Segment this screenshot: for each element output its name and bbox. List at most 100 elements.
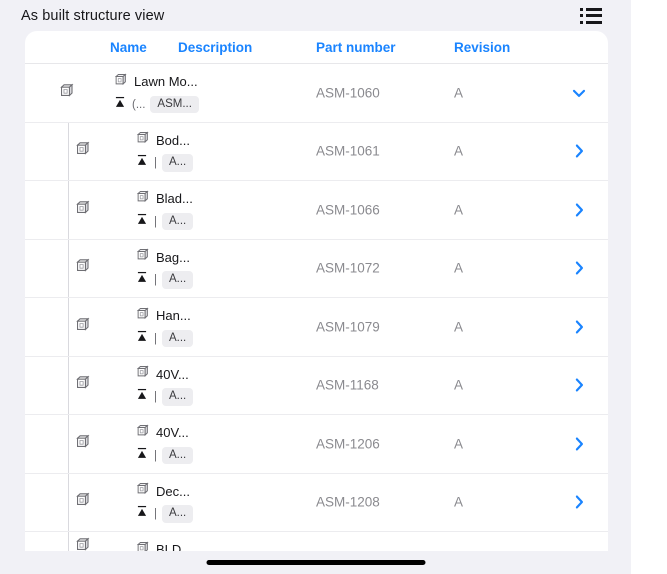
cell-revision: A xyxy=(454,377,464,393)
cell-revision: A xyxy=(454,202,464,218)
anchor-icon xyxy=(135,329,149,349)
cell-revision: A xyxy=(454,143,464,159)
cell-revision: A xyxy=(454,260,464,276)
column-header-name[interactable]: Name xyxy=(110,40,147,55)
table-row[interactable]: 40V... | A... ASM-1206 A xyxy=(25,415,608,474)
chevron-right-icon[interactable] xyxy=(569,317,589,337)
name-sub-line: | A... xyxy=(135,270,194,291)
chevron-right-icon[interactable] xyxy=(569,258,589,278)
part-cube-icon xyxy=(135,364,150,384)
page-title: As built structure view xyxy=(21,7,165,24)
list-icon-row xyxy=(580,14,610,17)
tree-connector-line xyxy=(68,298,69,356)
row-sub-prefix: | xyxy=(154,215,157,228)
table-row[interactable]: Bod... | A... ASM-1061 A xyxy=(25,122,608,181)
list-icon-bar xyxy=(586,20,602,24)
row-name: Bod... xyxy=(156,132,190,148)
name-cell: 40V... | A... xyxy=(135,423,194,466)
chevron-right-icon[interactable] xyxy=(569,375,589,395)
list-icon-dot xyxy=(580,20,583,24)
name-line: Bag... xyxy=(135,248,193,267)
chevron-down-icon[interactable] xyxy=(569,83,589,103)
name-cell: Dec... | A... xyxy=(135,482,194,525)
assembly-cube-icon xyxy=(58,82,75,104)
row-name: Blad... xyxy=(156,191,193,206)
row-type-badge: A... xyxy=(162,212,194,231)
row-name: Lawn Mo... xyxy=(134,74,198,89)
device-screen: As built structure view Name Description… xyxy=(0,0,631,574)
list-view-icon[interactable] xyxy=(580,3,610,29)
title-bar: As built structure view xyxy=(0,0,631,31)
assembly-cube-icon xyxy=(74,491,91,513)
part-cube-icon xyxy=(113,72,128,92)
anchor-icon xyxy=(113,95,127,115)
table-row[interactable]: BLD... xyxy=(25,532,608,551)
name-line: 40V... xyxy=(135,365,193,384)
row-sub-prefix: | xyxy=(154,508,157,520)
cell-part-number: ASM-1079 xyxy=(316,319,380,335)
name-cell: BLD... xyxy=(135,540,192,551)
name-sub-line: | A... xyxy=(135,211,194,232)
table-row[interactable]: Bag... | A... ASM-1072 A xyxy=(25,239,608,298)
chevron-right-icon[interactable] xyxy=(569,200,589,220)
table-row[interactable]: Lawn Mo... (... ASM... ASM-1060 A xyxy=(25,64,608,123)
table-row[interactable]: Blad... | A... ASM-1066 A xyxy=(25,181,608,240)
column-header-description[interactable]: Description xyxy=(178,40,252,55)
list-icon-row xyxy=(580,20,610,24)
cell-part-number: ASM-1208 xyxy=(316,494,380,510)
anchor-icon xyxy=(135,446,149,466)
chevron-right-icon[interactable] xyxy=(569,141,589,161)
row-name: Dec... xyxy=(156,483,190,499)
chevron-right-icon[interactable] xyxy=(569,434,589,454)
part-cube-icon xyxy=(135,481,150,501)
table-row[interactable]: Han... | A... ASM-1079 A xyxy=(25,298,608,357)
cell-part-number: ASM-1060 xyxy=(316,85,380,101)
name-sub-line: | A... xyxy=(135,328,194,349)
cell-part-number: ASM-1206 xyxy=(316,436,380,452)
row-sub-prefix: | xyxy=(154,391,157,403)
name-sub-line: | A... xyxy=(135,153,194,174)
structure-table-card: Name Description Part number Revision La… xyxy=(25,31,608,551)
name-line: 40V... xyxy=(135,423,193,442)
row-sub-prefix: | xyxy=(154,332,157,345)
name-cell: Bod... | A... xyxy=(135,131,194,174)
tree-connector-line xyxy=(68,532,69,551)
anchor-icon xyxy=(135,387,149,407)
name-cell: Lawn Mo... (... ASM... xyxy=(113,72,199,115)
row-type-badge: A... xyxy=(162,505,194,523)
table-row[interactable]: 40V... | A... ASM-1168 A xyxy=(25,356,608,415)
row-name: 40V... xyxy=(156,425,189,440)
row-sub-prefix: | xyxy=(154,449,157,462)
list-icon-bar xyxy=(586,7,602,11)
cell-part-number: ASM-1061 xyxy=(316,143,380,159)
assembly-cube-icon xyxy=(74,199,91,221)
assembly-cube-icon xyxy=(74,140,91,162)
anchor-icon xyxy=(135,153,149,173)
row-name: BLD... xyxy=(156,542,193,551)
tree-connector-line xyxy=(68,239,69,297)
column-header-part-number[interactable]: Part number xyxy=(316,40,396,55)
row-type-badge: A... xyxy=(162,388,194,406)
name-line: Lawn Mo... xyxy=(113,72,199,91)
tree-connector-line xyxy=(68,356,69,414)
list-icon-dot xyxy=(580,14,583,17)
table-body: Lawn Mo... (... ASM... ASM-1060 A Bod... | A...… xyxy=(25,64,608,551)
home-indicator xyxy=(206,560,425,565)
name-line: Han... xyxy=(135,306,193,325)
list-icon-dot xyxy=(580,7,583,11)
part-cube-icon xyxy=(135,540,150,551)
name-line: Dec... xyxy=(135,482,193,501)
column-header-revision[interactable]: Revision xyxy=(454,40,510,55)
name-sub-line: | A... xyxy=(135,504,194,525)
table-header: Name Description Part number Revision xyxy=(25,31,608,64)
part-cube-icon xyxy=(135,306,150,326)
assembly-cube-icon xyxy=(74,374,91,396)
row-sub-prefix: (... xyxy=(132,98,146,111)
row-type-badge: A... xyxy=(162,271,194,289)
table-row[interactable]: Dec... | A... ASM-1208 A xyxy=(25,473,608,532)
chevron-right-icon[interactable] xyxy=(569,492,589,512)
row-name: 40V... xyxy=(156,366,189,382)
row-type-badge: A... xyxy=(162,154,194,172)
name-cell: 40V... | A... xyxy=(135,365,194,408)
assembly-cube-icon xyxy=(74,433,91,455)
